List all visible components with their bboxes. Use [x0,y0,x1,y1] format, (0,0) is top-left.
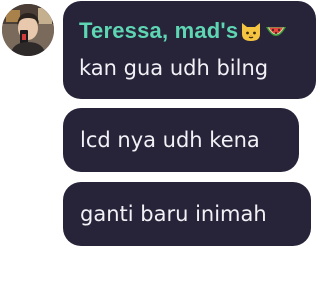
chat-message-group: Teressa, mad's kan gua udh bilng lcd nya… [0,0,320,298]
message-bubble-1[interactable]: Teressa, mad's kan gua udh bilng [63,1,316,99]
message-text: kan gua udh bilng [79,56,269,80]
avatar[interactable] [2,4,54,56]
message-bubble-3[interactable]: ganti baru inimah [63,182,311,246]
sender-name-row: Teressa, mad's [79,14,302,48]
message-text: lcd nya udh kena [80,128,260,152]
message-bubble-2[interactable]: lcd nya udh kena [63,108,299,172]
watermelon-emoji-icon [264,19,288,43]
avatar-photo [2,4,54,56]
cat-face-emoji-icon [239,19,263,43]
message-text: ganti baru inimah [80,202,267,226]
sender-name[interactable]: Teressa, mad's [79,18,238,44]
